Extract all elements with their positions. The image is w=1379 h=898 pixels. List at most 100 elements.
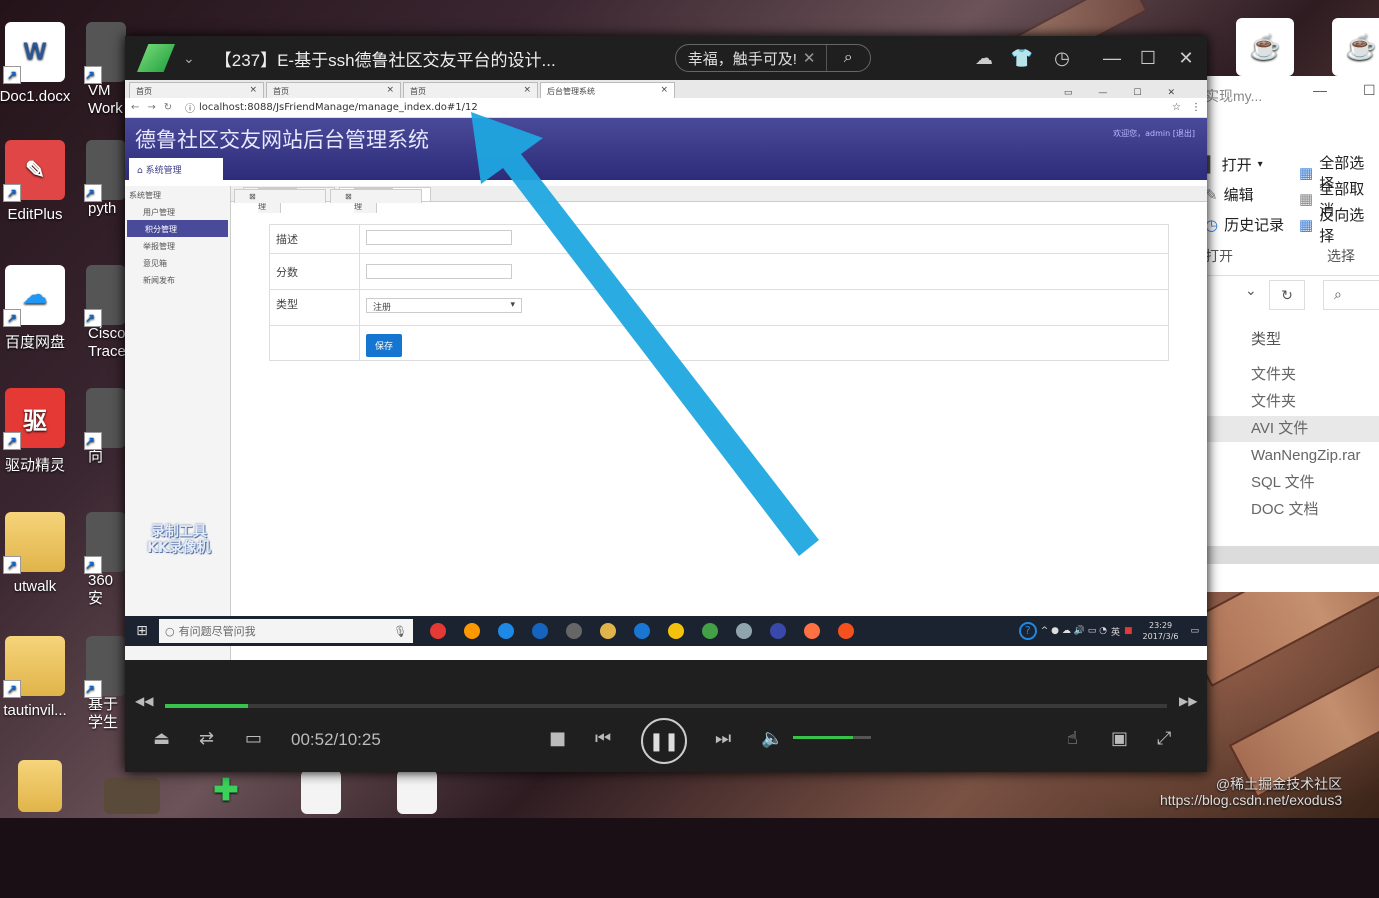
file-type-row[interactable]: 文件夹 bbox=[1205, 362, 1379, 388]
history-clock-icon[interactable]: ◷ bbox=[1049, 48, 1075, 69]
desktop-icon[interactable]: utwalk bbox=[0, 512, 90, 632]
taskbar-app-icon[interactable] bbox=[660, 619, 692, 643]
file-type-row[interactable]: WanNengZip.rar bbox=[1205, 443, 1379, 469]
chevron-down-icon[interactable]: ⌄ bbox=[183, 50, 195, 67]
tray-icons[interactable]: ^ ● ☁ 🔊 ▭ ◔ bbox=[1041, 626, 1107, 636]
open-button[interactable]: ▌ 打开 ▾ bbox=[1205, 154, 1263, 175]
player-search-box[interactable]: 幸福，触手可及! ✕ ⌕ bbox=[674, 44, 871, 72]
pause-button[interactable]: ❚❚ bbox=[641, 718, 687, 764]
desktop-icon-partial[interactable]: 基于 学生 bbox=[84, 636, 126, 756]
seek-bar[interactable] bbox=[165, 704, 1167, 708]
desktop-icon-glyph: ☁ bbox=[3, 265, 65, 327]
desktop-icon-glyph bbox=[3, 512, 65, 574]
taskbar-app-icon[interactable] bbox=[558, 619, 590, 643]
mic-icon[interactable]: 🎙 bbox=[393, 625, 407, 638]
stop-icon[interactable]: ■ bbox=[549, 728, 566, 749]
type-column-header[interactable]: 类型 bbox=[1251, 328, 1281, 349]
notification-icon[interactable]: ▭ bbox=[1190, 626, 1199, 636]
desktop-icon[interactable]: ☁ 百度网盘 bbox=[0, 265, 90, 385]
minimize-icon[interactable]: — bbox=[1313, 82, 1327, 98]
taskbar-app-icon[interactable] bbox=[490, 619, 522, 643]
fullscreen-icon[interactable]: ⤢ bbox=[1157, 728, 1171, 749]
windows-start-icon[interactable]: ⊞ bbox=[125, 623, 159, 639]
desktop-icon-partial[interactable]: 向 bbox=[84, 388, 126, 508]
desktop-icon-label: Doc1.docx bbox=[0, 88, 71, 105]
desktop-icon-glyph bbox=[84, 140, 126, 202]
volume-slider[interactable] bbox=[793, 736, 871, 739]
desktop-icon-label: pyth bbox=[88, 200, 117, 217]
video-thumb-icon[interactable] bbox=[100, 778, 164, 898]
file-type-row[interactable]: AVI 文件 bbox=[1205, 416, 1379, 442]
toolbox-icon[interactable]: ▣ bbox=[1111, 728, 1128, 749]
taskbar-app-icon[interactable] bbox=[694, 619, 726, 643]
prev-frame-icon[interactable]: ◀◀ bbox=[135, 694, 153, 708]
file-type-row[interactable]: SQL 文件 bbox=[1205, 470, 1379, 496]
cloud-icon[interactable]: ☁ bbox=[971, 48, 997, 69]
desktop-icon[interactable]: tautinvil... bbox=[0, 636, 90, 756]
desktop-icon-label: EditPlus bbox=[7, 206, 63, 223]
repeat-icon[interactable]: ⇄ bbox=[199, 728, 214, 749]
history-button[interactable]: ◷ 历史记录 bbox=[1205, 214, 1284, 235]
taskbar-clock[interactable]: 23:29 2017/3/6 bbox=[1143, 620, 1179, 642]
taskbar-app-icon[interactable] bbox=[422, 619, 454, 643]
antivirus-icon[interactable]: ■ bbox=[1124, 626, 1133, 636]
eject-icon[interactable]: ⏏ bbox=[153, 728, 170, 749]
invert-selection-button[interactable]: ▦ 反向选择 bbox=[1299, 204, 1379, 246]
search-icon[interactable]: ⌕ bbox=[1323, 280, 1379, 310]
close-icon[interactable]: ✕ bbox=[1173, 48, 1199, 69]
taskbar-app-icon[interactable] bbox=[524, 619, 556, 643]
desktop-icon-partial[interactable]: 360安 bbox=[84, 512, 126, 632]
ime-indicator[interactable]: 英 bbox=[1111, 625, 1120, 638]
next-frame-icon[interactable]: ▶▶ bbox=[1179, 694, 1197, 708]
volume-icon[interactable]: 🔈 bbox=[761, 728, 783, 749]
explorer-hscroll[interactable] bbox=[1205, 546, 1379, 564]
minimize-icon[interactable]: — bbox=[1099, 48, 1125, 69]
taskbar-app-icon[interactable] bbox=[796, 619, 828, 643]
taskbar-app-icon[interactable] bbox=[830, 619, 862, 643]
desktop-icon-partial[interactable]: Cisco Trace bbox=[84, 265, 126, 385]
desktop-icon[interactable]: 驱驱动精灵 bbox=[0, 388, 90, 508]
taskbar-app-icon[interactable] bbox=[626, 619, 658, 643]
desktop-icon-glyph bbox=[84, 512, 126, 574]
taskbar-app-icon[interactable] bbox=[762, 619, 794, 643]
desktop-icon[interactable]: ✎ EditPlus bbox=[0, 140, 90, 260]
explorer-address-row: ⌄ ↻ ⌕ bbox=[1205, 274, 1379, 314]
clear-icon[interactable]: ✕ bbox=[803, 49, 816, 67]
next-icon[interactable]: ⏭ bbox=[715, 728, 731, 749]
windows-taskbar: ⊞ ○ 有问题尽管问我 🎙 ? ^ ● ☁ 🔊 ▭ ◔ 英 ■ 23:29 2017/… bbox=[125, 616, 1207, 646]
green-add-icon[interactable]: ✚ bbox=[196, 770, 256, 890]
player-title: 【237】E-基于ssh德鲁社区交友平台的设计... bbox=[214, 50, 556, 70]
help-icon[interactable]: ? bbox=[1018, 622, 1037, 640]
chevron-down-icon[interactable]: ⌄ bbox=[1245, 282, 1257, 299]
desktop-icon-partial[interactable]: VM Work bbox=[84, 22, 126, 142]
refresh-icon[interactable]: ↻ bbox=[1269, 280, 1305, 310]
taskbar-app-icon[interactable] bbox=[728, 619, 760, 643]
skin-shirt-icon[interactable]: 👕 bbox=[1009, 48, 1035, 69]
maximize-icon[interactable]: ☐ bbox=[1363, 82, 1376, 99]
hand-gesture-icon[interactable]: ☝ bbox=[1067, 728, 1078, 749]
player-logo-icon[interactable] bbox=[137, 44, 175, 72]
pause-icon: ❚❚ bbox=[648, 730, 680, 752]
cortana-search[interactable]: ○ 有问题尽管问我 🎙 bbox=[159, 619, 413, 643]
file-type-row[interactable]: DOC 文档 bbox=[1205, 497, 1379, 523]
desktop-icon[interactable]: W Doc1.docx bbox=[0, 22, 90, 142]
player-controls: ◀◀ ▶▶ ⏏ ⇄ ▭ 00:52/10:25 ■ ⏮ ❚❚ ⏭ 🔈 ☝ ▣ ⤢ bbox=[125, 690, 1207, 772]
select-group-label: 选择 bbox=[1327, 248, 1355, 264]
edit-button[interactable]: ✎ 编辑 bbox=[1205, 184, 1254, 205]
search-icon: ○ bbox=[165, 624, 175, 638]
taskbar-app-icon[interactable] bbox=[456, 619, 488, 643]
taskbar-app-icon[interactable] bbox=[592, 619, 624, 643]
screen-cast-icon[interactable]: ▭ bbox=[245, 728, 262, 749]
file-icon[interactable] bbox=[392, 770, 442, 890]
previous-icon[interactable]: ⏮ bbox=[595, 728, 611, 749]
player-search-input[interactable]: 幸福，触手可及! bbox=[688, 48, 797, 69]
search-icon[interactable]: ⌕ bbox=[825, 45, 870, 71]
zip-folder-icon[interactable] bbox=[10, 760, 70, 880]
maximize-icon[interactable]: ☐ bbox=[1135, 48, 1161, 69]
desktop-icon-partial[interactable]: pyth bbox=[84, 140, 126, 260]
file-type-row[interactable]: 文件夹 bbox=[1205, 389, 1379, 415]
desktop-icon-glyph: 驱 bbox=[3, 388, 65, 450]
file-icon[interactable] bbox=[296, 770, 346, 890]
desktop-icon-glyph bbox=[84, 388, 126, 450]
seek-progress bbox=[165, 704, 249, 708]
